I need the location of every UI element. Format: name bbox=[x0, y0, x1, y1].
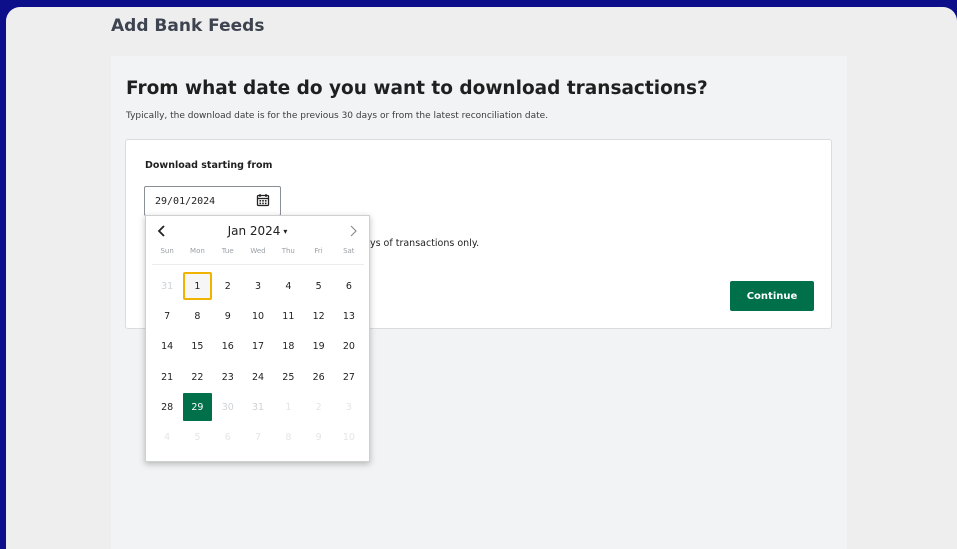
caret-down-icon: ▾ bbox=[283, 227, 288, 236]
calendar-day[interactable]: 20 bbox=[335, 333, 363, 361]
weekday-label: Wed bbox=[250, 247, 266, 255]
calendar-header: Jan 2024 ▾ bbox=[146, 224, 369, 240]
weekday-label: Sat bbox=[343, 247, 355, 255]
calendar-day[interactable]: 2 bbox=[214, 272, 242, 300]
weekday-label: Tue bbox=[221, 247, 234, 255]
weekday-label: Thu bbox=[281, 247, 295, 255]
calendar-day: 8 bbox=[285, 432, 292, 444]
calendar-day[interactable]: 12 bbox=[304, 302, 332, 330]
calendar-day: 1 bbox=[285, 401, 292, 413]
calendar-day[interactable]: 8 bbox=[183, 302, 211, 330]
calendar-day[interactable]: 5 bbox=[304, 272, 332, 300]
question-subtitle: Typically, the download date is for the … bbox=[126, 111, 549, 121]
calendar-day[interactable]: 31 bbox=[244, 393, 272, 421]
page-title: Add Bank Feeds bbox=[111, 16, 265, 36]
calendar-day[interactable]: 11 bbox=[274, 302, 302, 330]
calendar-day[interactable]: 7 bbox=[153, 302, 181, 330]
calendar-day[interactable]: 25 bbox=[274, 363, 302, 391]
calendar-day[interactable]: 19 bbox=[304, 333, 332, 361]
question-title: From what date do you want to download t… bbox=[126, 78, 708, 99]
calendar-day[interactable]: 31 bbox=[153, 272, 181, 300]
calendar-day[interactable]: 16 bbox=[214, 333, 242, 361]
calendar-day[interactable]: 30 bbox=[214, 393, 242, 421]
calendar-day[interactable]: 9 bbox=[214, 302, 242, 330]
weekday-label: Sun bbox=[160, 247, 174, 255]
weekday-header-row: Sun Mon Tue Wed Thu Fri Sat bbox=[152, 247, 364, 255]
calendar-day-selected[interactable]: 29 bbox=[183, 393, 212, 422]
calendar-day[interactable]: 21 bbox=[153, 363, 181, 391]
calendar-divider bbox=[152, 264, 364, 265]
calendar-day: 3 bbox=[345, 401, 352, 413]
month-selector[interactable]: Jan 2024 ▾ bbox=[146, 224, 369, 238]
calendar-day[interactable]: 26 bbox=[304, 363, 332, 391]
calendar-day: 7 bbox=[255, 432, 262, 444]
download-date-input[interactable]: 29/01/2024 bbox=[144, 186, 281, 216]
date-picker-popup: Jan 2024 ▾ Sun Mon Tue Wed Thu Fri Sat 31 1 2 3 4 5 6… bbox=[145, 215, 370, 462]
calendar-day[interactable]: 14 bbox=[153, 333, 181, 361]
calendar-day: 2 bbox=[315, 401, 322, 413]
continue-button[interactable]: Continue bbox=[730, 281, 814, 311]
weekday-label: Fri bbox=[314, 247, 323, 255]
calendar-day: 6 bbox=[224, 432, 231, 444]
calendar-day[interactable]: 3 bbox=[244, 272, 272, 300]
calendar-day-today[interactable]: 1 bbox=[183, 272, 212, 301]
calendar-day[interactable]: 24 bbox=[244, 363, 272, 391]
calendar-day[interactable]: 27 bbox=[335, 363, 363, 391]
month-label: Jan 2024 bbox=[227, 224, 281, 238]
calendar-day[interactable]: 13 bbox=[335, 302, 363, 330]
calendar-day[interactable]: 6 bbox=[335, 272, 363, 300]
chevron-right-icon[interactable] bbox=[347, 224, 359, 238]
calendar-day[interactable]: 17 bbox=[244, 333, 272, 361]
weekday-label: Mon bbox=[190, 247, 205, 255]
calendar-day[interactable]: 22 bbox=[183, 363, 211, 391]
calendar-icon[interactable] bbox=[256, 193, 270, 207]
calendar-day[interactable]: 4 bbox=[274, 272, 302, 300]
calendar-day: 5 bbox=[194, 432, 201, 444]
calendar-day[interactable]: 28 bbox=[153, 393, 181, 421]
app-window: Add Bank Feeds From what date do you wan… bbox=[6, 7, 957, 549]
calendar-day: 10 bbox=[342, 432, 355, 444]
calendar-day[interactable]: 15 bbox=[183, 333, 211, 361]
calendar-day[interactable]: 10 bbox=[244, 302, 272, 330]
calendar-day-grid: 31 1 2 3 4 5 6 7 8 9 10 11 12 13 14 15 16 17 18 19 20 21 22 23 2… bbox=[152, 271, 364, 453]
download-start-label: Download starting from bbox=[145, 160, 273, 171]
date-input-value: 29/01/2024 bbox=[155, 196, 216, 207]
calendar-day[interactable]: 23 bbox=[214, 363, 242, 391]
calendar-day: 9 bbox=[315, 432, 322, 444]
calendar-day[interactable]: 18 bbox=[274, 333, 302, 361]
calendar-day: 4 bbox=[164, 432, 171, 444]
